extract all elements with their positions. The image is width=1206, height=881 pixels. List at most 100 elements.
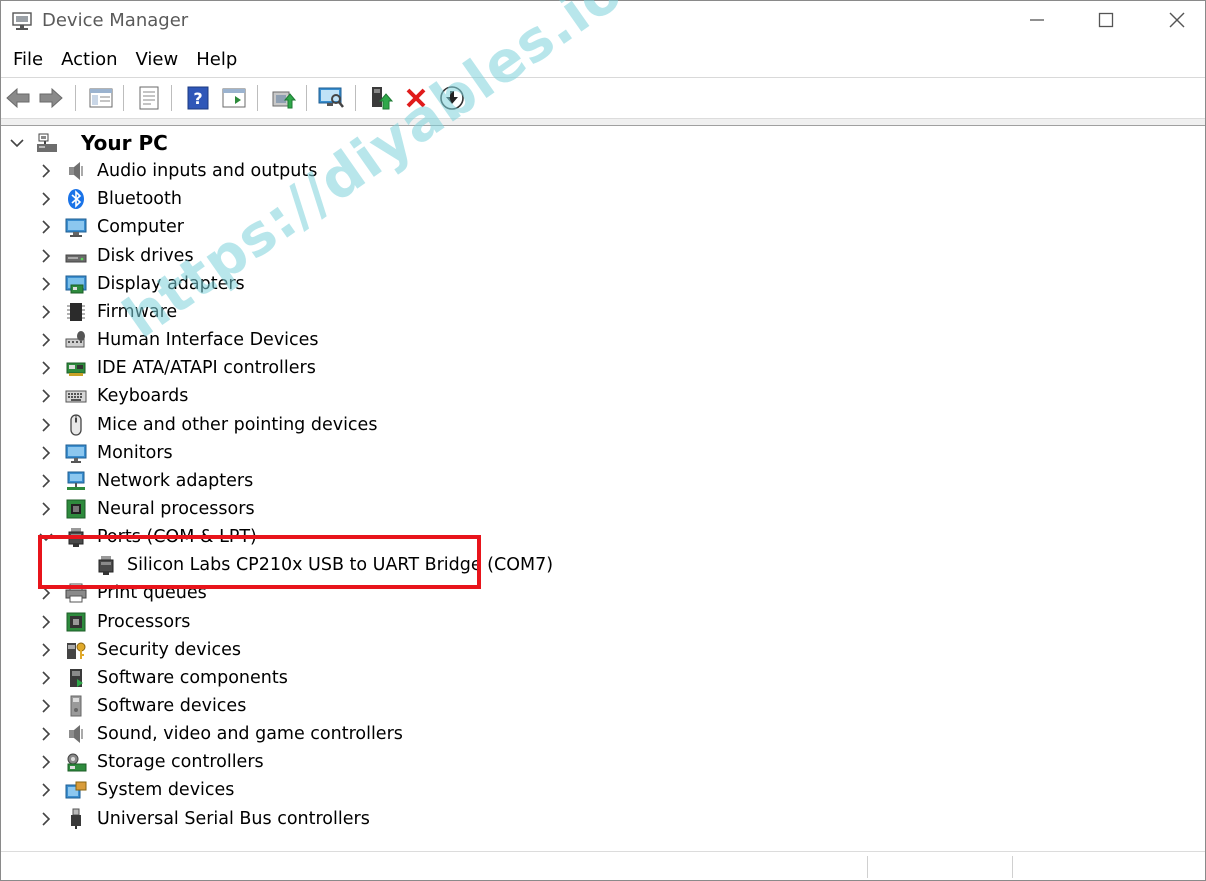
enable-device-icon (372, 87, 393, 110)
maximize-button[interactable] (1070, 1, 1142, 39)
tree-item[interactable]: Storage controllers (1, 748, 701, 776)
chevron-right-icon[interactable] (36, 330, 56, 350)
show-hide-console-tree-button[interactable] (87, 84, 115, 112)
storage-controller-icon (67, 753, 87, 772)
toolbar-separator (75, 85, 76, 111)
chevron-right-icon[interactable] (36, 752, 56, 772)
chevron-right-icon[interactable] (36, 668, 56, 688)
tree-item[interactable]: Monitors (1, 439, 701, 467)
chevron-right-icon[interactable] (36, 161, 56, 181)
scan-hardware-button[interactable] (317, 84, 345, 112)
chevron-right-icon[interactable] (36, 471, 56, 491)
tree-item[interactable]: Neural processors (1, 495, 701, 523)
disable-device-button[interactable] (438, 84, 466, 112)
tree-item[interactable]: Audio inputs and outputs (1, 157, 701, 185)
tree-item[interactable]: Mice and other pointing devices (1, 411, 701, 439)
scan-hardware-icon (318, 87, 344, 108)
tree-item[interactable]: Security devices (1, 636, 701, 664)
software-device-icon (70, 695, 82, 717)
tree-item[interactable]: Disk drives (1, 242, 701, 270)
tree-item[interactable]: Processors (1, 608, 701, 636)
tree-item-label: Universal Serial Bus controllers (97, 809, 370, 829)
update-driver-icon (272, 91, 296, 109)
firmware-chip-icon (67, 303, 85, 321)
tree-item[interactable]: Display adapters (1, 270, 701, 298)
properties-button[interactable] (135, 84, 163, 112)
window-title: Device Manager (42, 10, 189, 31)
menu-file[interactable]: File (4, 43, 52, 77)
chevron-right-icon[interactable] (36, 696, 56, 716)
tree-item[interactable]: Software components (1, 664, 701, 692)
tree-root[interactable]: Your PC (1, 129, 701, 157)
usb-icon (71, 808, 81, 829)
display-adapter-icon (65, 275, 87, 294)
svg-text:?: ? (193, 89, 202, 108)
uninstall-device-button[interactable] (402, 84, 430, 112)
toolbar-separator (171, 85, 172, 111)
bluetooth-icon (68, 189, 84, 209)
chevron-right-icon[interactable] (36, 415, 56, 435)
tree-item[interactable]: Sound, video and game controllers (1, 720, 701, 748)
forward-arrow-icon (39, 87, 63, 109)
tree-item-label: IDE ATA/ATAPI controllers (97, 358, 316, 378)
close-button[interactable] (1141, 1, 1205, 39)
chevron-right-icon[interactable] (36, 640, 56, 660)
tree-item-label: Network adapters (97, 471, 254, 491)
chevron-right-icon[interactable] (36, 274, 56, 294)
chevron-right-icon[interactable] (36, 246, 56, 266)
update-driver-button[interactable] (269, 84, 297, 112)
chevron-right-icon[interactable] (36, 809, 56, 829)
tree-item-label: Disk drives (97, 246, 194, 266)
chevron-right-icon[interactable] (36, 386, 56, 406)
chevron-right-icon[interactable] (36, 217, 56, 237)
root-pc-icon (37, 133, 57, 152)
tree-item[interactable]: IDE ATA/ATAPI controllers (1, 354, 701, 382)
minimize-button[interactable] (1001, 1, 1073, 39)
chevron-right-icon[interactable] (36, 358, 56, 378)
tree-item[interactable]: Bluetooth (1, 185, 701, 213)
maximize-icon (1098, 12, 1114, 28)
monitor-icon (65, 444, 87, 463)
title-bar[interactable]: Device Manager (1, 1, 1205, 43)
tree-item[interactable]: Firmware (1, 298, 701, 326)
tree-item-label: Audio inputs and outputs (97, 161, 318, 181)
back-button[interactable] (4, 84, 32, 112)
forward-button[interactable] (37, 84, 65, 112)
security-device-icon (67, 642, 86, 659)
close-icon (1169, 12, 1185, 28)
chevron-down-icon[interactable] (7, 133, 27, 153)
chevron-right-icon[interactable] (36, 443, 56, 463)
tree-item[interactable]: Computer (1, 213, 701, 241)
hid-icon (65, 331, 85, 348)
menu-action[interactable]: Action (52, 43, 126, 77)
tree-item-label: Storage controllers (97, 752, 264, 772)
tree-item[interactable]: Network adapters (1, 467, 701, 495)
chevron-right-icon[interactable] (36, 499, 56, 519)
tree-item[interactable]: Keyboards (1, 382, 701, 410)
action-pane-button[interactable] (220, 84, 248, 112)
device-manager-window: Device Manager File Action View Help ? Y… (0, 0, 1206, 881)
tree-item[interactable]: Human Interface Devices (1, 326, 701, 354)
computer-icon (65, 218, 87, 237)
chevron-right-icon[interactable] (36, 612, 56, 632)
chevron-right-icon[interactable] (36, 302, 56, 322)
tree-item-label: Display adapters (97, 274, 245, 294)
tree-item[interactable]: Universal Serial Bus controllers (1, 805, 701, 833)
enable-device-button[interactable] (367, 84, 395, 112)
chevron-right-icon[interactable] (36, 780, 56, 800)
back-arrow-icon (6, 87, 30, 109)
chevron-right-icon[interactable] (36, 724, 56, 744)
software-component-icon (70, 669, 83, 687)
menu-view[interactable]: View (127, 43, 188, 77)
tree-item-label: Human Interface Devices (97, 330, 319, 350)
tree-item-label: Monitors (97, 443, 173, 463)
menu-help[interactable]: Help (187, 43, 246, 77)
tree-item[interactable]: Software devices (1, 692, 701, 720)
system-device-icon (65, 781, 87, 799)
minimize-icon (1030, 19, 1044, 21)
properties-icon (139, 86, 159, 110)
processor-icon (66, 612, 86, 632)
chevron-right-icon[interactable] (36, 189, 56, 209)
tree-item[interactable]: System devices (1, 776, 701, 804)
help-button[interactable]: ? (184, 84, 212, 112)
